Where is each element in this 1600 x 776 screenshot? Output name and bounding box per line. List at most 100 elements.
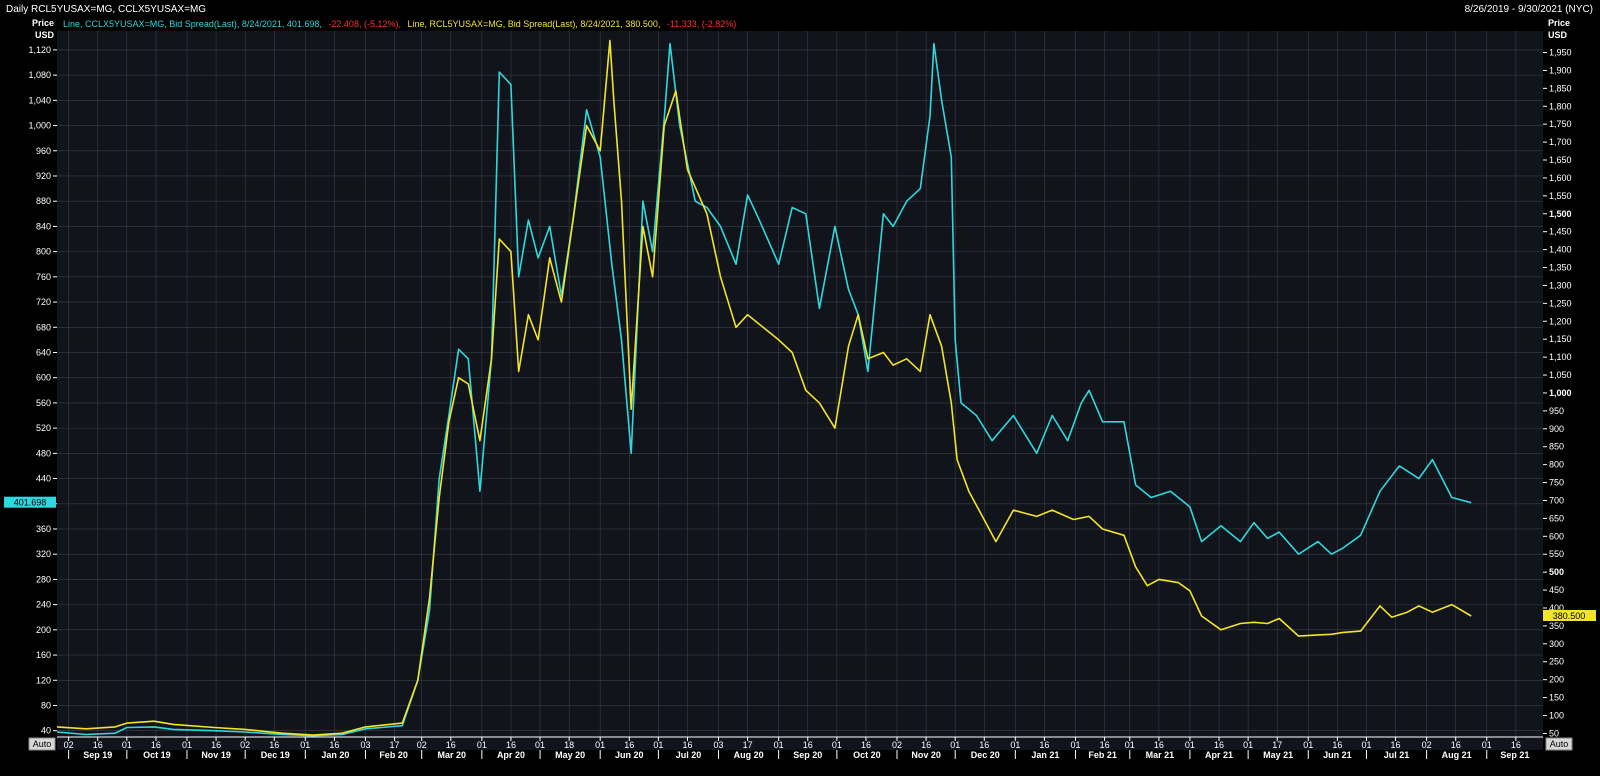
right-tick-label: 1,250 <box>1549 298 1572 308</box>
left-tick-label: 120 <box>36 675 51 685</box>
left-tick-label: 1,040 <box>28 95 51 105</box>
x-day-label: 16 <box>682 740 692 750</box>
x-day-label: 16 <box>1154 740 1164 750</box>
x-month-label: Dec 19 <box>261 750 290 760</box>
right-tick-label: 1,400 <box>1549 245 1572 255</box>
x-month-label: Dec 20 <box>971 750 1000 760</box>
right-tick-label: 450 <box>1549 585 1564 595</box>
x-month-label: May 20 <box>555 750 585 760</box>
legend-cyan-text: Line, CCLX5YUSAX=MG, Bid Spread(Last), 8… <box>63 19 322 29</box>
right-auto-button[interactable]: Auto <box>1545 737 1573 751</box>
left-auto-button[interactable]: Auto <box>28 737 56 751</box>
right-tick-label: 1,500 <box>1549 209 1572 219</box>
legend: Line, CCLX5YUSAX=MG, Bid Spread(Last), 8… <box>63 19 736 29</box>
left-tick-label: 560 <box>36 398 51 408</box>
x-month-label: Apr 20 <box>497 750 525 760</box>
right-tick-label: 650 <box>1549 513 1564 523</box>
x-day-label: 01 <box>300 740 310 750</box>
right-tick-label: 150 <box>1549 693 1564 703</box>
x-month-label: Sep 20 <box>793 750 822 760</box>
x-month-label: Mar 21 <box>1146 750 1175 760</box>
x-month-label: Oct 20 <box>853 750 881 760</box>
left-tick-label: 720 <box>36 297 51 307</box>
chart-title: Daily RCL5YUSAX=MG, CCLX5YUSAX=MG <box>6 4 206 15</box>
right-last-value: 380.500 <box>1553 611 1586 621</box>
right-tick-label: 1,200 <box>1549 316 1572 326</box>
x-month-label: Jan 21 <box>1031 750 1059 760</box>
x-month-label: Nov 20 <box>911 750 941 760</box>
x-day-label: 01 <box>1482 740 1492 750</box>
x-day-label: 01 <box>1010 740 1020 750</box>
x-month-label: Mar 20 <box>438 750 467 760</box>
right-tick-label: 1,950 <box>1549 48 1572 58</box>
right-tick-label: 1,850 <box>1549 83 1572 93</box>
right-axis-label-1: Price <box>1548 18 1570 28</box>
x-day-label: 16 <box>1511 740 1521 750</box>
x-day-label: 02 <box>64 740 74 750</box>
left-tick-label: 160 <box>36 650 51 660</box>
x-day-label: 17 <box>390 740 400 750</box>
right-tick-label: 1,350 <box>1549 263 1572 273</box>
x-month-label: Sep 21 <box>1500 750 1529 760</box>
x-day-label: 16 <box>1332 740 1342 750</box>
right-tick-label: 1,150 <box>1549 334 1572 344</box>
x-day-label: 16 <box>1214 740 1224 750</box>
legend-yellow-text: Line, RCL5YUSAX=MG, Bid Spread(Last), 8/… <box>407 19 660 29</box>
x-day-label: 02 <box>1422 740 1432 750</box>
x-day-label: 16 <box>1451 740 1461 750</box>
right-axis-label-2: USD <box>1548 30 1568 40</box>
x-month-label: Jun 21 <box>1323 750 1352 760</box>
left-tick-label: 200 <box>36 625 51 635</box>
x-day-label: 01 <box>477 740 487 750</box>
x-day-label: 01 <box>182 740 192 750</box>
right-tick-label: 1,100 <box>1549 352 1572 362</box>
right-tick-label: 1,800 <box>1549 101 1572 111</box>
x-day-label: 16 <box>269 740 279 750</box>
x-day-label: 01 <box>950 740 960 750</box>
right-tick-label: 500 <box>1549 567 1564 577</box>
x-day-label: 03 <box>360 740 370 750</box>
x-day-label: 18 <box>564 740 574 750</box>
x-day-label: 01 <box>1125 740 1135 750</box>
x-day-label: 16 <box>1391 740 1401 750</box>
left-auto-label: Auto <box>33 739 52 749</box>
x-day-label: 01 <box>1070 740 1080 750</box>
x-day-label: 16 <box>803 740 813 750</box>
x-month-label: Apr 21 <box>1205 750 1233 760</box>
right-tick-label: 300 <box>1549 639 1564 649</box>
right-tick-label: 1,700 <box>1549 137 1572 147</box>
x-month-label: Oct 19 <box>143 750 171 760</box>
x-month-label: Jan 20 <box>321 750 349 760</box>
left-axis-label-1: Price <box>32 18 54 28</box>
right-tick-label: 1,600 <box>1549 173 1572 183</box>
x-day-label: 16 <box>93 740 103 750</box>
right-tick-label: 800 <box>1549 460 1564 470</box>
left-tick-label: 480 <box>36 448 51 458</box>
right-tick-label: 1,050 <box>1549 370 1572 380</box>
x-day-label: 02 <box>892 740 902 750</box>
left-tick-label: 760 <box>36 272 51 282</box>
left-tick-label: 280 <box>36 574 51 584</box>
right-tick-label: 750 <box>1549 478 1564 488</box>
right-tick-label: 950 <box>1549 406 1564 416</box>
right-tick-label: 1,900 <box>1549 65 1572 75</box>
x-day-label: 16 <box>921 740 931 750</box>
plot-area <box>57 31 1543 750</box>
left-tick-label: 240 <box>36 600 51 610</box>
x-month-label: Jul 20 <box>676 750 702 760</box>
right-tick-label: 1,000 <box>1549 388 1572 398</box>
x-month-label: Nov 19 <box>201 750 231 760</box>
left-tick-label: 320 <box>36 549 51 559</box>
x-day-label: 16 <box>624 740 634 750</box>
legend-cyan-change: -22.408, (-5.12%), <box>328 19 401 29</box>
date-range: 8/26/2019 - 9/30/2021 (NYC) <box>1465 4 1593 15</box>
right-tick-label: 50 <box>1549 728 1559 738</box>
x-day-label: 16 <box>861 740 871 750</box>
right-tick-label: 600 <box>1549 531 1564 541</box>
x-month-label: May 21 <box>1263 750 1293 760</box>
x-day-label: 17 <box>1272 740 1282 750</box>
x-day-label: 16 <box>1100 740 1110 750</box>
x-month-label: Feb 21 <box>1088 750 1117 760</box>
right-tick-label: 200 <box>1549 675 1564 685</box>
x-month-label: Jun 20 <box>615 750 644 760</box>
